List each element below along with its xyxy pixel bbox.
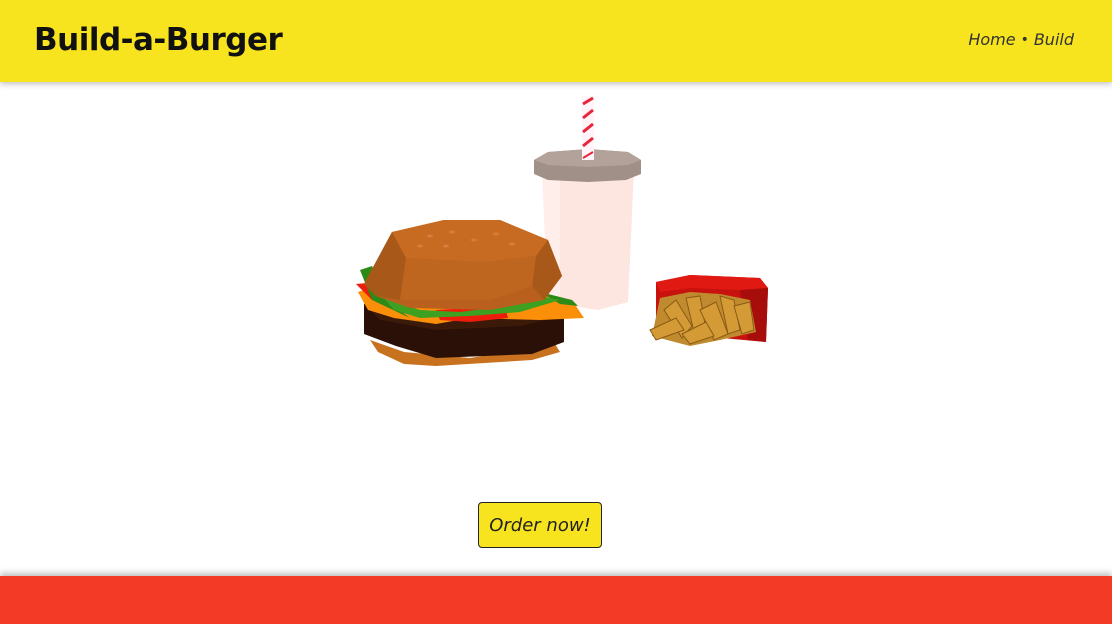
fries [649, 275, 768, 346]
nav-separator: • [1020, 31, 1029, 48]
site-header: Build-a-Burger Home • Build [0, 0, 1112, 82]
nav-link-home[interactable]: Home [968, 30, 1015, 49]
brand-title[interactable]: Build-a-Burger [34, 20, 283, 60]
site-footer [0, 576, 1112, 624]
order-now-button[interactable]: Order now! [478, 502, 602, 548]
nav-link-build[interactable]: Build [1034, 30, 1074, 49]
nav-breadcrumb: Home • Build [968, 30, 1074, 49]
